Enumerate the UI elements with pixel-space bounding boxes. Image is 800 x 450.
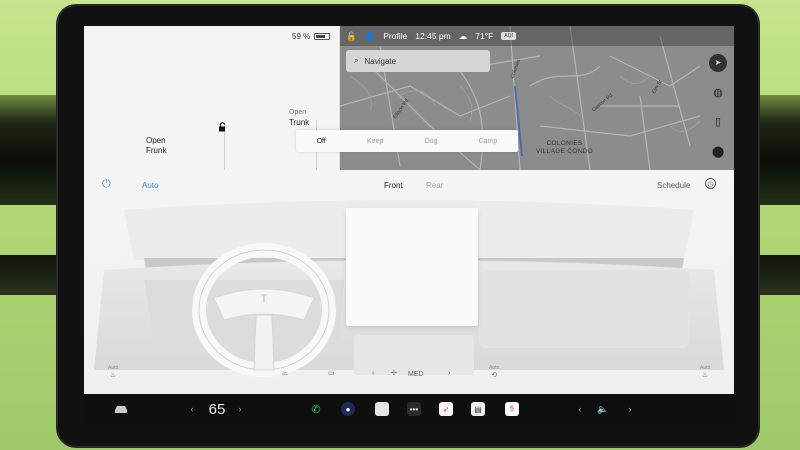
battery-percent: 59 % (292, 32, 311, 41)
globe-icon[interactable]: ◍ (709, 83, 727, 101)
map-area-label: COLONIES VILLAGE CONDO (536, 140, 593, 155)
volume-increase-icon[interactable]: › (624, 394, 636, 424)
climate-header: ⏻ Auto Front Rear Schedule ◷ (84, 170, 734, 194)
battery-icon (314, 33, 331, 40)
right-seat-heater[interactable]: Auto ♨ (700, 364, 710, 380)
profile-icon: 👤 (364, 30, 376, 41)
mode-off[interactable]: Off (317, 138, 326, 145)
volume-icon[interactable]: 🔈 (594, 394, 612, 424)
phone-icon[interactable]: ✆ (308, 394, 324, 424)
charging-icon[interactable]: ▯ (709, 113, 727, 131)
more-apps-icon[interactable]: ••• (406, 394, 422, 424)
temp-increase-icon[interactable]: › (234, 394, 246, 424)
navigate-search[interactable]: ⌕ Navigate (346, 50, 490, 72)
climate-keep-mode-bar: Off Keep Dog Camp (296, 130, 518, 152)
open-frunk-button[interactable]: Open Frunk (146, 136, 166, 156)
volume-decrease-icon[interactable]: ‹ (574, 394, 586, 424)
aqi-badge[interactable]: AQI (501, 32, 516, 40)
compass-icon[interactable]: ➤ (709, 53, 727, 72)
open-trunk-button[interactable]: Open Trunk (289, 108, 309, 128)
schedule-button[interactable]: Schedule (657, 181, 690, 190)
car-icon[interactable] (110, 394, 132, 424)
recirculation-button[interactable]: Auto ⟲ (489, 364, 499, 380)
toybox-icon[interactable] (374, 394, 390, 424)
map-controls: ➤ ◍ ▯ ⬤ (706, 48, 730, 166)
location-pin-icon[interactable]: ⬤ (709, 142, 727, 160)
fan-icon: ✢ (391, 370, 397, 377)
battery-status: 59 % (292, 32, 331, 41)
unlock-icon[interactable] (218, 122, 228, 134)
tab-front[interactable]: Front (384, 181, 403, 190)
notes-icon[interactable]: ▤ (470, 394, 486, 424)
arcade-icon[interactable]: ➶ (438, 394, 454, 424)
fan-level: MED (408, 371, 424, 378)
temp-decrease-icon[interactable]: ‹ (186, 394, 198, 424)
weather-icon: ☁ (458, 30, 468, 41)
seat-heater-icon: ♨ (702, 372, 709, 379)
airflow-vent-panel[interactable] (346, 208, 478, 326)
power-icon[interactable]: ⏻ (102, 178, 111, 191)
climate-panel: T ⏻ Auto Front Rear Schedule ◷ Auto ♨ ⌓ … (84, 170, 734, 394)
taskbar: ‹ 65 › ✆ ● ••• ➶ ▤ 5 ‹ 🔈 › (84, 394, 734, 424)
outside-temp: 71°F (475, 31, 494, 41)
clock: 12:45 pm (415, 31, 451, 41)
defrost-front-icon[interactable]: ⌓ (282, 370, 288, 378)
mode-keep[interactable]: Keep (367, 138, 383, 145)
auto-climate-button[interactable]: Auto (142, 181, 158, 190)
search-icon: ⌕ (354, 56, 359, 65)
lock-status-icon[interactable]: 🔓 (346, 31, 357, 42)
camera-icon[interactable]: ● (340, 394, 356, 424)
recirculation-icon: ⟲ (491, 372, 498, 379)
climate-controls: Auto ♨ ⌓ ▭ ‹ ✢ MED › Auto ⟲ Auto ♨ (84, 364, 734, 394)
driver-temp: 65 (208, 400, 226, 418)
defrost-rear-icon[interactable]: ▭ (328, 370, 335, 378)
fan-increase-icon[interactable]: › (448, 370, 450, 378)
seat-heater-icon: ♨ (110, 372, 117, 379)
search-placeholder: Navigate (364, 56, 397, 66)
left-seat-heater[interactable]: Auto ♨ (108, 364, 118, 380)
tab-rear[interactable]: Rear (426, 181, 443, 190)
mode-dog[interactable]: Dog (425, 138, 438, 145)
svg-text:T: T (261, 293, 268, 305)
mode-camp[interactable]: Camp (479, 138, 498, 145)
touchscreen: 59 % Open Frunk Open Trunk 🔓 👤 Profile 1… (84, 26, 734, 424)
profile-button[interactable]: Profile (383, 31, 407, 41)
status-bar: 🔓 👤 Profile 12:45 pm ☁ 71°F AQI (340, 26, 734, 46)
fan-decrease-icon[interactable]: ‹ (372, 370, 374, 378)
clock-icon[interactable]: ◷ (705, 178, 716, 189)
calendar-icon[interactable]: 5 (504, 394, 520, 424)
